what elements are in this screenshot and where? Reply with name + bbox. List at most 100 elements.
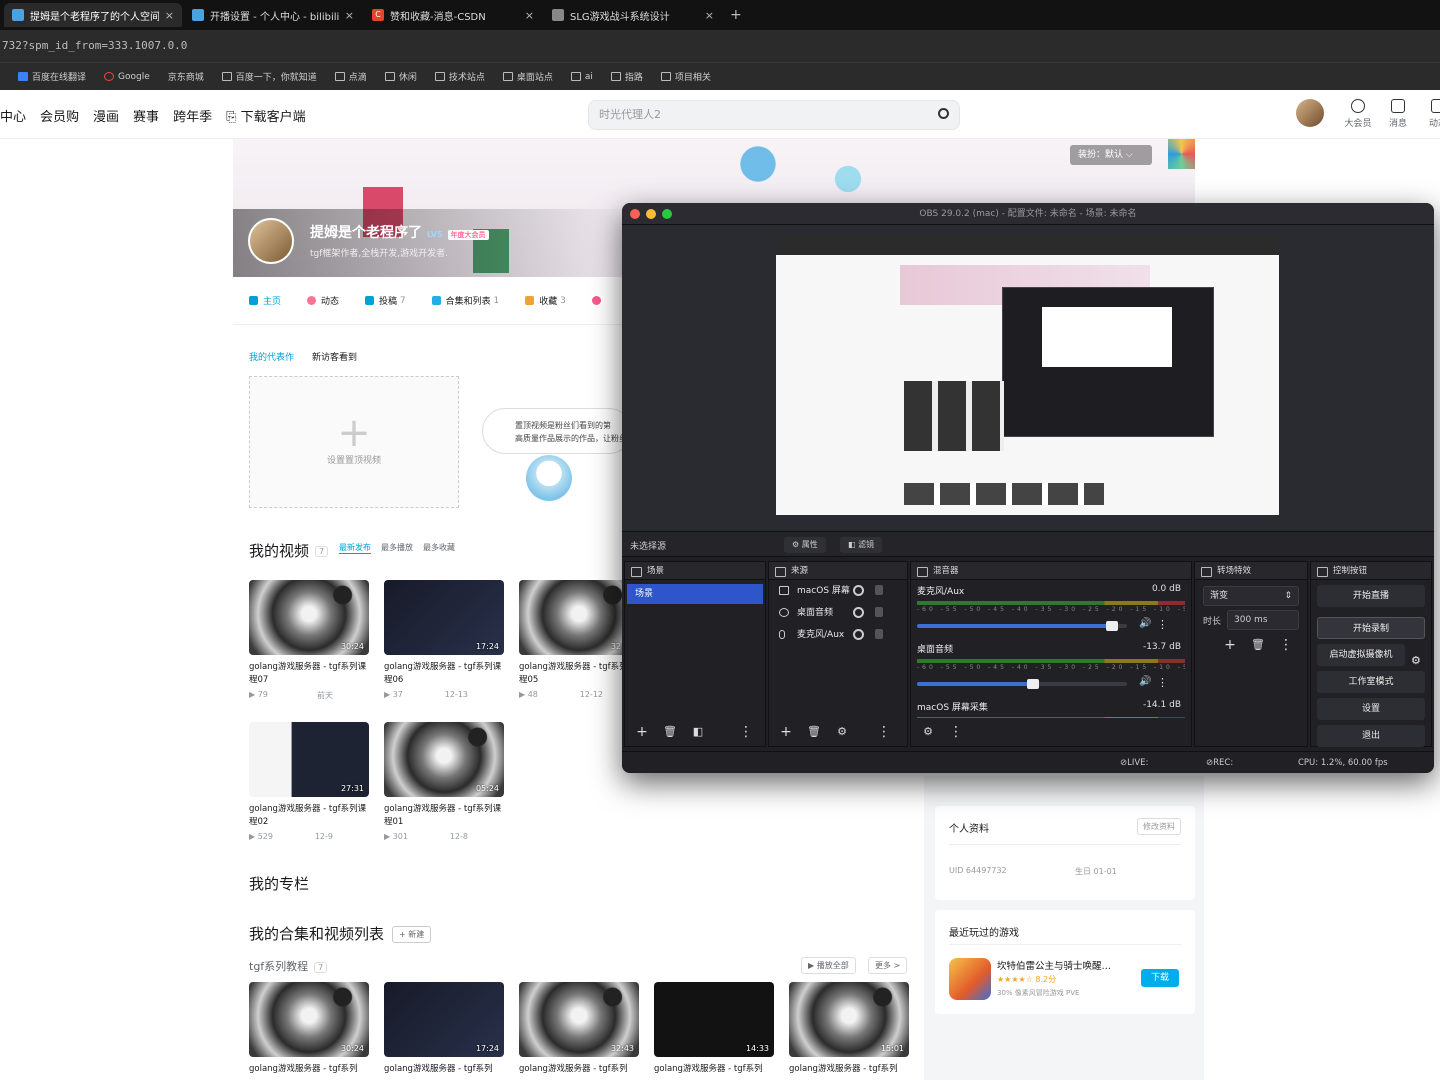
start-recording-button[interactable]: 开始录制	[1317, 617, 1425, 639]
user-avatar[interactable]	[248, 218, 294, 264]
video-card[interactable]: 30:24 golang游戏服务器 - tgf系列课程07 ▶ 79 前天	[249, 580, 369, 701]
volume-slider[interactable]	[917, 621, 1127, 631]
video-thumbnail[interactable]: 32:43	[519, 580, 639, 655]
series-video-card[interactable]: 17:24 golang游戏服务器 - tgf系列	[384, 982, 504, 1080]
subtab-my-works[interactable]: 我的代表作	[249, 350, 294, 363]
tab-dynamic[interactable]: 动态	[307, 294, 339, 307]
bookmark[interactable]: 点滴	[334, 70, 367, 83]
browser-tab[interactable]: 提姆是个老程序了的个人空间 - ×	[4, 3, 182, 27]
browser-tab[interactable]: C 赞和收藏-消息-CSDN ×	[364, 3, 542, 27]
visibility-icon[interactable]	[853, 585, 864, 596]
bookmark[interactable]: 百度一下，你就知道	[221, 70, 317, 83]
video-card[interactable]: 17:24 golang游戏服务器 - tgf系列课程06 ▶ 37 12-13	[384, 580, 504, 699]
bookmark[interactable]: 百度在线翻译	[18, 70, 86, 83]
video-thumbnail[interactable]: 30:24	[249, 982, 369, 1057]
speaker-icon[interactable]: 🔊	[1139, 676, 1151, 687]
close-tab-icon[interactable]: ×	[345, 9, 354, 22]
vip-link[interactable]: 大会员	[1338, 99, 1378, 129]
scene-item[interactable]: 场景	[627, 584, 763, 604]
video-title[interactable]: golang游戏服务器 - tgf系列课程06	[384, 661, 504, 687]
advanced-audio-icon[interactable]: ⚙	[919, 723, 937, 741]
browser-tab[interactable]: SLG游戏战斗系统设计 ×	[544, 3, 722, 27]
lock-icon[interactable]	[875, 629, 883, 639]
obs-titlebar[interactable]: OBS 29.0.2 (mac) - 配置文件: 未命名 - 场景: 未命名	[622, 203, 1434, 225]
source-settings-icon[interactable]: ⚙	[833, 723, 851, 741]
game-icon[interactable]	[949, 958, 991, 1000]
visibility-icon[interactable]	[853, 629, 864, 640]
close-tab-icon[interactable]: ×	[525, 9, 534, 22]
sort-most-played[interactable]: 最多播放	[381, 542, 413, 554]
video-thumbnail[interactable]: 17:24	[384, 982, 504, 1057]
tab-uploads[interactable]: 投稿 7	[365, 294, 406, 307]
video-title[interactable]: golang游戏服务器 - tgf系列	[519, 1063, 639, 1080]
tab-favorites[interactable]: 收藏 3	[525, 294, 566, 307]
settings-button[interactable]: 设置	[1317, 698, 1425, 720]
dynamic-link[interactable]: 动态	[1418, 99, 1440, 129]
volume-slider[interactable]	[917, 679, 1127, 689]
bookmark-folder[interactable]: 技术站点	[434, 70, 485, 83]
video-thumbnail[interactable]: 15:01	[789, 982, 909, 1057]
zoom-window-button[interactable]	[662, 209, 672, 219]
theme-dropdown[interactable]: 装扮：默认 ⌵	[1070, 145, 1152, 165]
scene-filters-button[interactable]: ◧	[689, 723, 707, 741]
sort-most-favorited[interactable]: 最多收藏	[423, 542, 455, 554]
exit-button[interactable]: 退出	[1317, 725, 1425, 747]
game-name[interactable]: 坎特伯雷公主与骑士唤醒…	[997, 958, 1127, 972]
nav-mall[interactable]: 会员购	[40, 106, 79, 125]
more-button[interactable]: 更多 >	[868, 957, 908, 974]
source-item[interactable]: macOS 屏幕	[769, 580, 907, 602]
video-thumbnail[interactable]: 17:24	[384, 580, 504, 655]
volume-knob[interactable]	[1106, 621, 1119, 631]
remove-scene-button[interactable]: 🗑	[661, 723, 679, 741]
add-transition-button[interactable]: +	[1221, 636, 1239, 654]
series-video-card[interactable]: 32:43 golang游戏服务器 - tgf系列	[519, 982, 639, 1080]
video-thumbnail[interactable]: 14:33	[654, 982, 774, 1057]
play-all-button[interactable]: ▶ 播放全部	[801, 957, 856, 974]
volume-knob[interactable]	[1026, 679, 1039, 689]
close-tab-icon[interactable]: ×	[705, 9, 714, 22]
bookmark-folder[interactable]: ai	[570, 72, 593, 82]
bookmark-folder[interactable]: 休闲	[384, 70, 417, 83]
add-source-button[interactable]: +	[777, 723, 795, 741]
video-title[interactable]: golang游戏服务器 - tgf系列	[384, 1063, 504, 1080]
remove-source-button[interactable]: 🗑	[805, 723, 823, 741]
source-menu-button[interactable]: ⋮	[875, 723, 893, 741]
virtual-camera-gear-icon[interactable]: ⚙	[1411, 654, 1421, 667]
tab-home[interactable]: 主页	[249, 294, 281, 307]
mixer-menu-button[interactable]: ⋮	[947, 723, 965, 741]
video-card[interactable]: 32:43 golang游戏服务器 - tgf系列课程05 ▶ 48 12-12	[519, 580, 639, 699]
message-link[interactable]: 消息	[1378, 99, 1418, 129]
video-title[interactable]: golang游戏服务器 - tgf系列课程01	[384, 803, 504, 829]
series-title[interactable]: tgf系列教程 7	[249, 958, 328, 974]
edit-profile-button[interactable]: 修改资料	[1137, 818, 1181, 835]
close-window-button[interactable]	[630, 209, 640, 219]
video-title[interactable]: golang游戏服务器 - tgf系列	[249, 1063, 369, 1080]
nav-center[interactable]: 中心	[0, 106, 26, 125]
search-icon[interactable]	[938, 108, 949, 119]
video-title[interactable]: golang游戏服务器 - tgf系列	[789, 1063, 909, 1080]
video-card[interactable]: 27:31 golang游戏服务器 - tgf系列课程02 ▶ 529 12-9	[249, 722, 369, 841]
video-title[interactable]: golang游戏服务器 - tgf系列课程07	[249, 661, 369, 687]
nav-newyear[interactable]: 跨年季	[173, 106, 212, 125]
tab-likes[interactable]	[591, 296, 606, 305]
bookmark-folder[interactable]: 项目相关	[660, 70, 711, 83]
bookmark-folder[interactable]: 桌面站点	[502, 70, 553, 83]
visibility-icon[interactable]	[853, 607, 864, 618]
lock-icon[interactable]	[875, 607, 883, 617]
search-input[interactable]: 时光代理人2	[588, 100, 960, 130]
video-thumbnail[interactable]: 27:31	[249, 722, 369, 797]
series-video-card[interactable]: 14:33 golang游戏服务器 - tgf系列	[654, 982, 774, 1080]
close-tab-icon[interactable]: ×	[165, 9, 174, 22]
add-scene-button[interactable]: +	[633, 723, 651, 741]
subtab-visitor-view[interactable]: 新访客看到	[312, 350, 357, 363]
minimize-window-button[interactable]	[646, 209, 656, 219]
properties-button[interactable]: ⚙ 属性	[784, 537, 826, 553]
series-video-card[interactable]: 15:01 golang游戏服务器 - tgf系列	[789, 982, 909, 1080]
scene-menu-button[interactable]: ⋮	[737, 723, 755, 741]
video-card[interactable]: 05:24 golang游戏服务器 - tgf系列课程01 ▶ 301 12-8	[384, 722, 504, 841]
video-title[interactable]: golang游戏服务器 - tgf系列	[654, 1063, 774, 1080]
source-item[interactable]: 麦克风/Aux	[769, 624, 907, 646]
avatar[interactable]	[1296, 99, 1324, 127]
channel-menu-button[interactable]: ⋮	[1157, 618, 1168, 631]
bookmark[interactable]: 京东商城	[168, 70, 204, 83]
